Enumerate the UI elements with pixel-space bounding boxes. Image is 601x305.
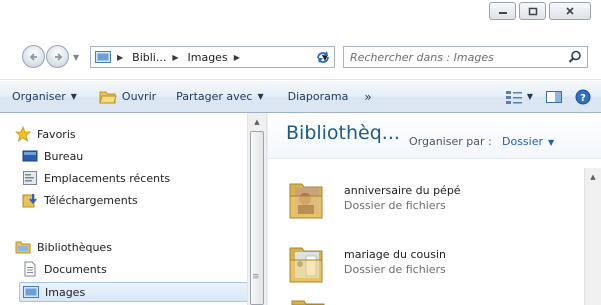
navigation-pane: Favoris Bureau Emplacements récents Télé… xyxy=(0,113,266,305)
help-button[interactable]: ? xyxy=(569,89,601,105)
search-icon xyxy=(568,50,581,63)
scroll-up-icon[interactable]: ▲ xyxy=(248,113,266,130)
close-icon xyxy=(566,7,574,15)
close-button[interactable] xyxy=(549,2,591,20)
nav-item-bureau[interactable]: Bureau xyxy=(22,146,83,166)
breadcrumb-images[interactable]: Images ▶ xyxy=(188,51,245,64)
nav-item-emplacements-label: Emplacements récents xyxy=(44,171,171,185)
item-name: anniversaire du pépé xyxy=(344,184,461,197)
view-controls: ▼ ? xyxy=(499,89,601,105)
command-toolbar: Organiser ▼ Ouvrir Partager avec ▼ Diapora… xyxy=(0,81,601,113)
title-bar xyxy=(0,0,601,32)
breadcrumb-root-arrow[interactable]: ▶ xyxy=(115,53,128,62)
breadcrumb-images-label: Images xyxy=(187,50,228,64)
arrange-by-value: Dossier xyxy=(502,135,544,148)
refresh-button[interactable] xyxy=(310,46,335,68)
ouvrir-label: Ouvrir xyxy=(121,90,157,103)
help-icon: ? xyxy=(575,89,591,104)
arrange-by-dropdown[interactable]: Dossier ▼ xyxy=(502,135,554,148)
nav-item-documents-label: Documents xyxy=(44,262,107,276)
nav-item-emplacements[interactable]: Emplacements récents xyxy=(22,168,170,188)
caption-buttons xyxy=(486,2,591,20)
nav-item-telechargements-label: Téléchargements xyxy=(44,193,138,207)
content-pane: Bibliothèq... Organiser par : Dossier ▼ a… xyxy=(268,113,601,305)
list-item[interactable]: mariage du cousin Dossier de fichiers xyxy=(288,236,578,288)
scroll-up-icon[interactable]: ▲ xyxy=(585,168,601,185)
diaporama-button[interactable]: Diaporama xyxy=(280,81,357,112)
nav-item-bureau-label: Bureau xyxy=(44,149,84,163)
chevron-down-icon: ▼ xyxy=(70,92,77,101)
nav-item-documents[interactable]: Documents xyxy=(22,259,107,279)
breadcrumb-bibliotheques[interactable]: Bibli... ▶ xyxy=(132,51,183,64)
documents-icon xyxy=(24,261,36,277)
breadcrumb-bibliotheques-label: Bibli... xyxy=(132,50,167,64)
nav-item-favoris-label: Favoris xyxy=(37,127,76,141)
back-arrow-icon xyxy=(29,52,37,61)
item-type: Dossier de fichiers xyxy=(344,199,446,212)
folder-icon xyxy=(291,300,325,305)
ouvrir-button[interactable]: Ouvrir xyxy=(91,81,164,112)
list-item[interactable]: anniversaire du pépé Dossier de fichiers xyxy=(288,172,578,224)
preview-pane-button[interactable] xyxy=(539,89,569,105)
chevron-down-icon: ▼ xyxy=(548,138,555,147)
svg-text:?: ? xyxy=(580,93,586,104)
nav-item-bibliotheques-label: Bibliothèques xyxy=(37,240,112,254)
recent-pages-dropdown[interactable]: ▼ xyxy=(73,53,79,62)
photo-folder-icon xyxy=(289,247,323,283)
back-button[interactable] xyxy=(22,45,45,68)
forward-button[interactable] xyxy=(46,45,69,68)
more-commands-button[interactable]: » xyxy=(356,90,379,104)
change-view-button[interactable]: ▼ xyxy=(499,89,539,105)
forward-arrow-icon xyxy=(54,52,62,61)
preview-pane-icon xyxy=(546,90,562,103)
nav-item-images-label: Images xyxy=(45,285,86,299)
library-folder-icon xyxy=(95,51,111,63)
organiser-label: Organiser xyxy=(12,90,66,103)
downloads-icon xyxy=(22,194,37,208)
page-title: Bibliothèq... xyxy=(286,122,400,144)
partager-label: Partager avec xyxy=(176,90,253,103)
item-name: mariage du cousin xyxy=(344,248,446,261)
address-bar[interactable]: ▶ Bibli... ▶ Images ▶ ▼ xyxy=(90,46,335,68)
open-folder-icon xyxy=(99,91,117,103)
organiser-button[interactable]: Organiser ▼ xyxy=(0,81,85,112)
desktop-icon xyxy=(22,150,38,162)
nav-item-bibliotheques[interactable]: Bibliothèques xyxy=(15,237,112,257)
nav-item-images[interactable]: Images xyxy=(19,282,260,302)
item-type: Dossier de fichiers xyxy=(344,263,446,276)
star-icon xyxy=(15,126,31,142)
arrange-by-label: Organiser par : xyxy=(409,135,492,148)
maximize-button[interactable] xyxy=(519,2,546,20)
search-box[interactable] xyxy=(343,46,588,68)
minimize-button[interactable] xyxy=(489,2,516,20)
chevron-down-icon: ▼ xyxy=(526,92,533,101)
navigation-scrollbar[interactable]: ▲ ≡ xyxy=(247,113,266,305)
view-options-icon xyxy=(505,90,522,104)
library-header: Bibliothèq... Organiser par : Dossier ▼ xyxy=(268,113,601,159)
nav-item-telechargements[interactable]: Téléchargements xyxy=(22,190,138,210)
diaporama-label: Diaporama xyxy=(287,90,349,103)
content-scrollbar[interactable]: ▲ xyxy=(584,168,601,305)
search-input[interactable] xyxy=(344,50,554,64)
recent-places-icon xyxy=(23,171,37,185)
chevron-down-icon: ▼ xyxy=(257,92,264,101)
maximize-icon xyxy=(528,7,537,15)
partager-button[interactable]: Partager avec ▼ xyxy=(168,81,271,112)
refresh-icon xyxy=(316,51,329,63)
grip-icon: ≡ xyxy=(252,272,260,282)
pictures-icon xyxy=(23,286,39,298)
address-row: ▼ ▶ Bibli... ▶ Images ▶ ▼ xyxy=(0,32,601,80)
photo-folder-icon xyxy=(289,183,323,219)
libraries-icon xyxy=(15,241,31,254)
minimize-icon xyxy=(498,12,507,14)
nav-item-favoris[interactable]: Favoris xyxy=(15,124,76,144)
